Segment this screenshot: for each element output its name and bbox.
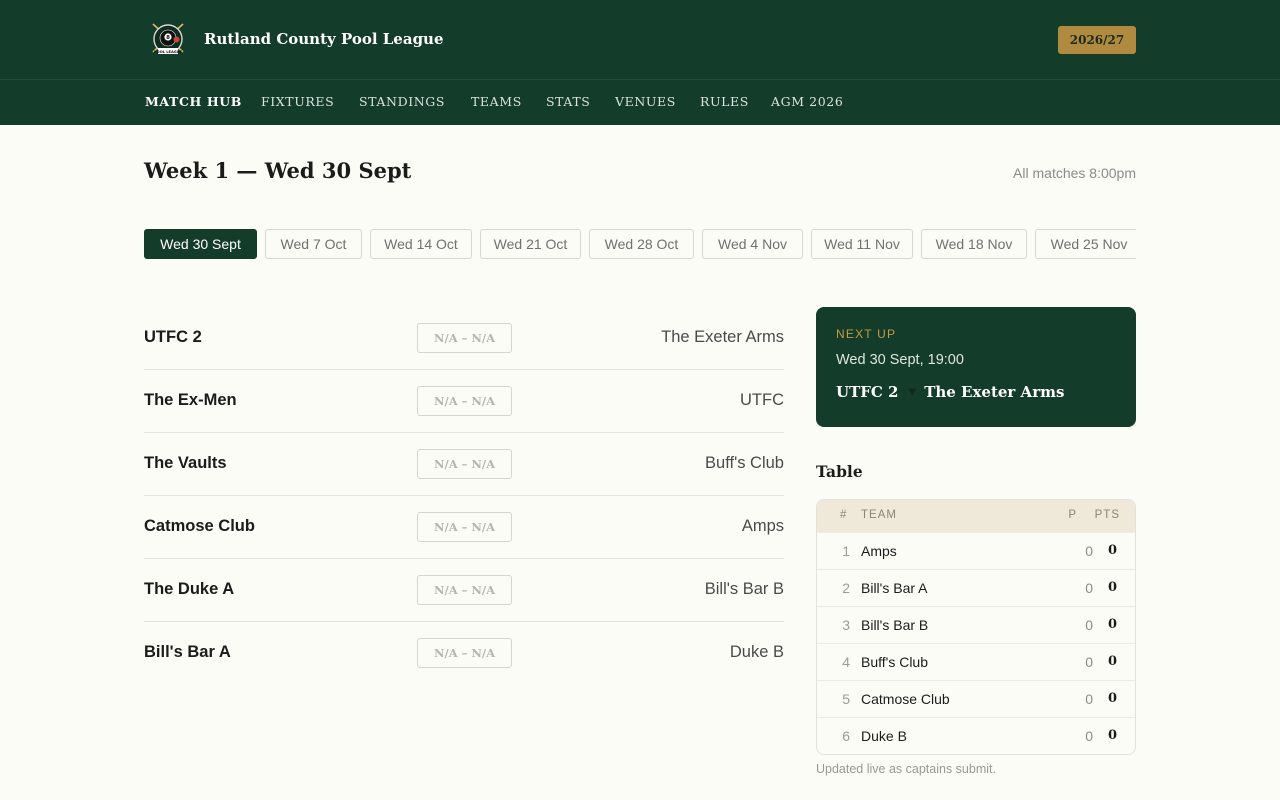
table-footnote: Updated live as captains submit. — [816, 762, 996, 776]
col-team: TEAM — [861, 509, 897, 521]
nav-item-standings[interactable]: Standings — [359, 94, 445, 109]
away-team: Duke B — [729, 643, 784, 661]
season-badge: 2026/27 — [1058, 26, 1136, 54]
fixture-row[interactable]: Catmose Club N/A – N/A Amps — [144, 496, 784, 559]
week-tab[interactable]: Wed 28 Oct — [589, 229, 694, 259]
table-heading: Table — [816, 462, 863, 481]
row-position: 3 — [842, 617, 850, 633]
row-team: Catmose Club — [861, 691, 950, 707]
score-box[interactable]: N/A – N/A — [417, 638, 512, 668]
table-row[interactable]: 3 Bill's Bar B 0 0 — [817, 606, 1135, 643]
score-box[interactable]: N/A – N/A — [417, 512, 512, 542]
col-position: # — [840, 509, 848, 521]
week-tab[interactable]: Wed 14 Oct — [370, 229, 472, 259]
nav-item-fixtures[interactable]: Fixtures — [261, 94, 334, 109]
week-tab[interactable]: Wed 30 Sept — [144, 229, 257, 259]
row-points: 0 — [1107, 691, 1117, 706]
row-position: 2 — [842, 580, 850, 596]
nav-item-rules[interactable]: Rules — [700, 94, 749, 109]
home-team: The Vaults — [144, 454, 227, 472]
row-position: 4 — [842, 654, 850, 670]
nav-item-teams[interactable]: Teams — [471, 94, 522, 109]
row-played: 0 — [1085, 728, 1093, 744]
table-row[interactable]: 2 Bill's Bar A 0 0 — [817, 569, 1135, 606]
away-team: UTFC — [740, 391, 784, 409]
week-tab[interactable]: Wed 7 Oct — [265, 229, 362, 259]
nav-item-match-hub[interactable]: Match Hub — [145, 94, 242, 109]
svg-text:POOL LEAGUE: POOL LEAGUE — [154, 50, 183, 54]
page-title: Week 1 — Wed 30 Sept — [144, 158, 412, 183]
row-played: 0 — [1085, 543, 1093, 559]
row-points: 0 — [1107, 543, 1117, 558]
away-team: The Exeter Arms — [661, 328, 784, 346]
away-team: Bill's Bar B — [704, 580, 784, 598]
fixture-row[interactable]: The Ex-Men N/A – N/A UTFC — [144, 370, 784, 433]
table-row[interactable]: 5 Catmose Club 0 0 — [817, 680, 1135, 717]
col-points: PTS — [1094, 509, 1120, 521]
week-tab[interactable]: Wed 4 Nov — [702, 229, 803, 259]
score-box[interactable]: N/A – N/A — [417, 323, 512, 353]
away-team: Amps — [741, 517, 784, 535]
row-position: 1 — [842, 543, 850, 559]
next-up-teams: UTFC 2 ▼ The Exeter Arms — [836, 383, 1064, 401]
table-row[interactable]: 6 Duke B 0 0 — [817, 717, 1135, 754]
table-header-row: # TEAM P PTS — [817, 500, 1135, 532]
fixture-row[interactable]: The Duke A N/A – N/A Bill's Bar B — [144, 559, 784, 622]
site-header: 8 POOL LEAGUE Rutland County Pool League… — [0, 0, 1280, 80]
away-team: Buff's Club — [705, 454, 784, 472]
next-up-datetime: Wed 30 Sept, 19:00 — [836, 352, 964, 368]
score-box[interactable]: N/A – N/A — [417, 449, 512, 479]
row-played: 0 — [1085, 691, 1093, 707]
site-title[interactable]: Rutland County Pool League — [204, 30, 444, 48]
fixture-row[interactable]: UTFC 2 N/A – N/A The Exeter Arms — [144, 307, 784, 370]
row-points: 0 — [1107, 654, 1117, 669]
week-tab[interactable]: Wed 25 Nov — [1035, 229, 1136, 259]
week-tab[interactable]: Wed 21 Oct — [480, 229, 581, 259]
row-position: 5 — [842, 691, 850, 707]
next-up-away-team: The Exeter Arms — [924, 383, 1065, 401]
match-time-note: All matches 8:00pm — [1013, 165, 1136, 181]
row-team: Buff's Club — [861, 654, 929, 670]
week-selector: Wed 30 Sept Wed 7 Oct Wed 14 Oct Wed 21 … — [144, 229, 1136, 259]
row-points: 0 — [1107, 728, 1117, 743]
row-team: Amps — [861, 543, 897, 559]
week-tab[interactable]: Wed 18 Nov — [921, 229, 1027, 259]
home-team: Bill's Bar A — [144, 643, 231, 661]
home-team: The Duke A — [144, 580, 235, 598]
row-points: 0 — [1107, 617, 1117, 632]
fixture-list: UTFC 2 N/A – N/A The Exeter Arms The Ex-… — [144, 307, 784, 685]
league-table: # TEAM P PTS 1 Amps 0 0 2 Bill's Bar A 0… — [816, 499, 1136, 755]
score-box[interactable]: N/A – N/A — [417, 575, 512, 605]
week-tab[interactable]: Wed 11 Nov — [811, 229, 913, 259]
chevron-down-icon: ▼ — [908, 386, 917, 398]
table-row[interactable]: 4 Buff's Club 0 0 — [817, 643, 1135, 680]
row-team: Bill's Bar B — [861, 617, 929, 633]
nav-item-venues[interactable]: Venues — [615, 94, 676, 109]
next-up-card[interactable]: NEXT UP Wed 30 Sept, 19:00 UTFC 2 ▼ The … — [816, 307, 1136, 427]
score-box[interactable]: N/A – N/A — [417, 386, 512, 416]
next-up-label: NEXT UP — [836, 327, 897, 341]
nav-item-stats[interactable]: Stats — [546, 94, 590, 109]
row-points: 0 — [1107, 580, 1117, 595]
home-team: UTFC 2 — [144, 328, 202, 346]
col-played: P — [1068, 509, 1077, 521]
main-nav: Match Hub Fixtures Standings Teams Stats… — [0, 80, 1280, 125]
fixture-row[interactable]: The Vaults N/A – N/A Buff's Club — [144, 433, 784, 496]
nav-item-agm[interactable]: AGM 2026 — [771, 94, 843, 109]
table-row[interactable]: 1 Amps 0 0 — [817, 532, 1135, 569]
row-team: Duke B — [861, 728, 907, 744]
fixture-row[interactable]: Bill's Bar A N/A – N/A Duke B — [144, 622, 784, 685]
row-position: 6 — [842, 728, 850, 744]
home-team: The Ex-Men — [144, 391, 237, 409]
next-up-home-team: UTFC 2 — [836, 383, 899, 401]
row-played: 0 — [1085, 580, 1093, 596]
row-played: 0 — [1085, 654, 1093, 670]
home-team: Catmose Club — [144, 517, 255, 535]
row-played: 0 — [1085, 617, 1093, 633]
svg-text:8: 8 — [166, 35, 170, 41]
pool-league-logo-icon[interactable]: 8 POOL LEAGUE — [148, 20, 188, 60]
row-team: Bill's Bar A — [861, 580, 928, 596]
